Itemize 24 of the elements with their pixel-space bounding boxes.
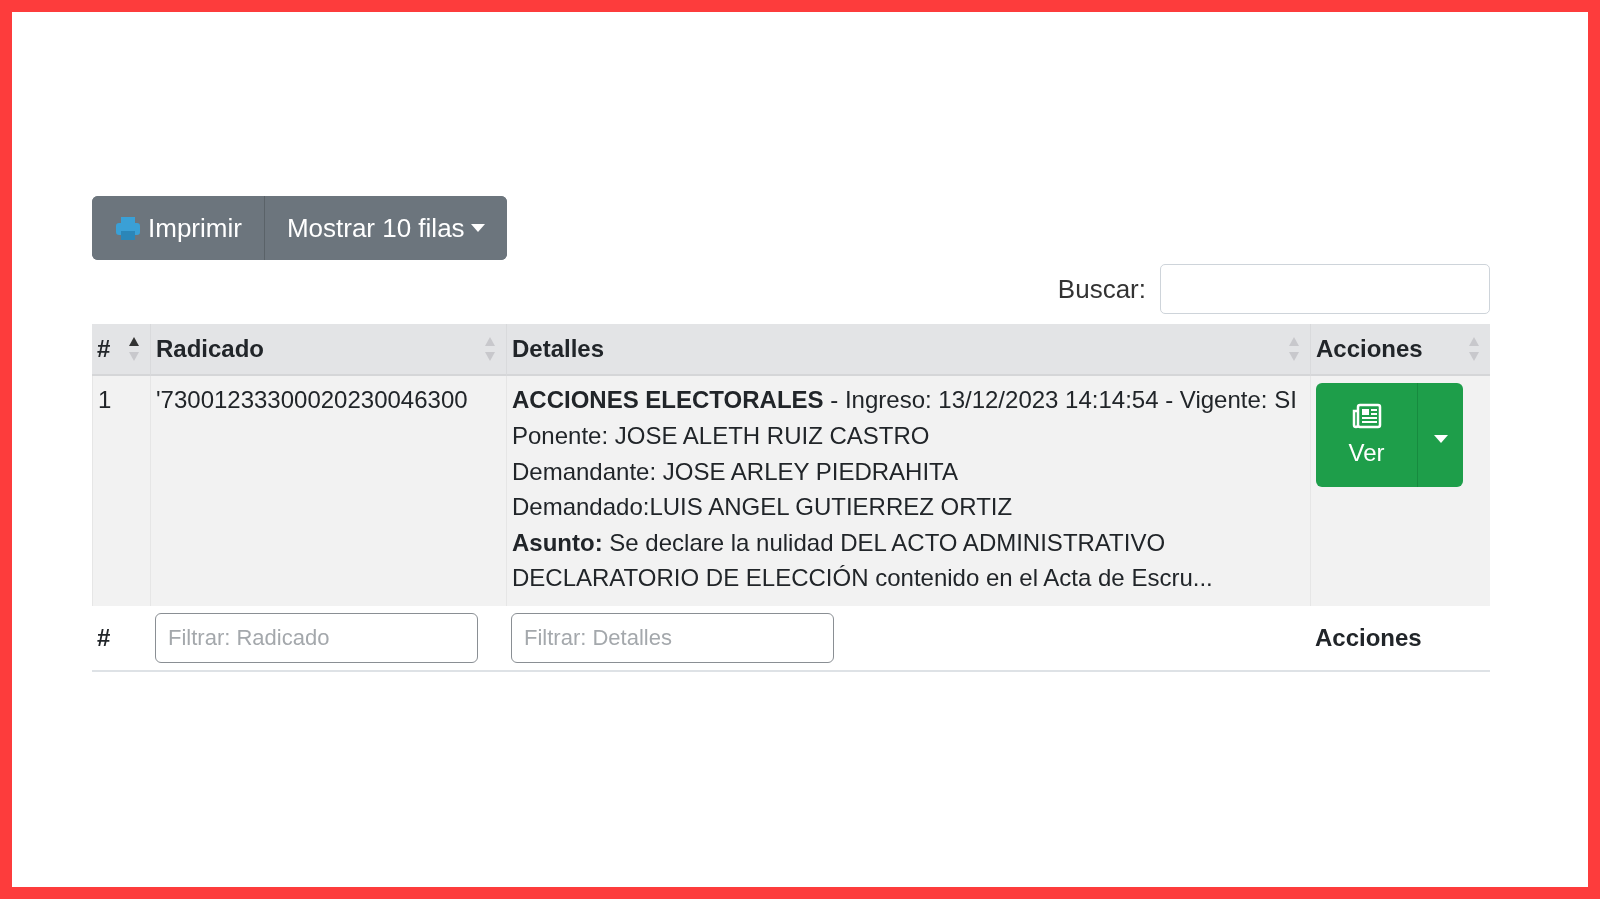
newspaper-icon bbox=[1351, 403, 1382, 429]
detail-line: Asunto: Se declare la nulidad DEL ACTO ADMINISTRATIVO bbox=[512, 527, 1167, 558]
footer-label: Acciones bbox=[1315, 623, 1422, 652]
column-header[interactable]: # bbox=[97, 335, 111, 363]
row-number: 1 bbox=[98, 386, 112, 413]
search-label: Buscar: bbox=[1057, 273, 1146, 305]
filter-field[interactable]: Filtrar: Detalles bbox=[511, 612, 834, 663]
rows-dropdown-button[interactable]: Mostrar 10 filas bbox=[263, 196, 507, 260]
detail-line: ACCIONES ELECTORALES - Ingreso: 13/12/2023 14:14:54 - Vigente: SI bbox=[512, 386, 1298, 414]
detail-line: Demandante: JOSE ARLEY PIEDRAHITA bbox=[512, 456, 959, 487]
detail-line: Ponente: JOSE ALETH RUIZ CASTRO bbox=[512, 421, 931, 451]
dropdown-toggle[interactable] bbox=[1417, 383, 1463, 487]
radicado-cell: '73001233300020230046300 bbox=[156, 386, 468, 413]
search-field[interactable] bbox=[1160, 264, 1490, 314]
sort-icon[interactable] bbox=[128, 335, 140, 363]
printer-icon bbox=[114, 214, 142, 242]
caret-icon bbox=[1433, 435, 1448, 443]
caret-icon bbox=[470, 224, 485, 232]
filter-field[interactable]: Filtrar: Radicado bbox=[155, 612, 478, 663]
column-header[interactable]: Radicado bbox=[156, 335, 265, 363]
footer-label: # bbox=[97, 623, 111, 652]
column-header[interactable]: Detalles bbox=[512, 335, 605, 363]
detail-line: Demandado:LUIS ANGEL GUTIERREZ ORTIZ bbox=[512, 492, 1014, 522]
detail-line: DECLARATORIO DE ELECCIÓN contenido en el Acta de Escru... bbox=[512, 563, 1214, 593]
